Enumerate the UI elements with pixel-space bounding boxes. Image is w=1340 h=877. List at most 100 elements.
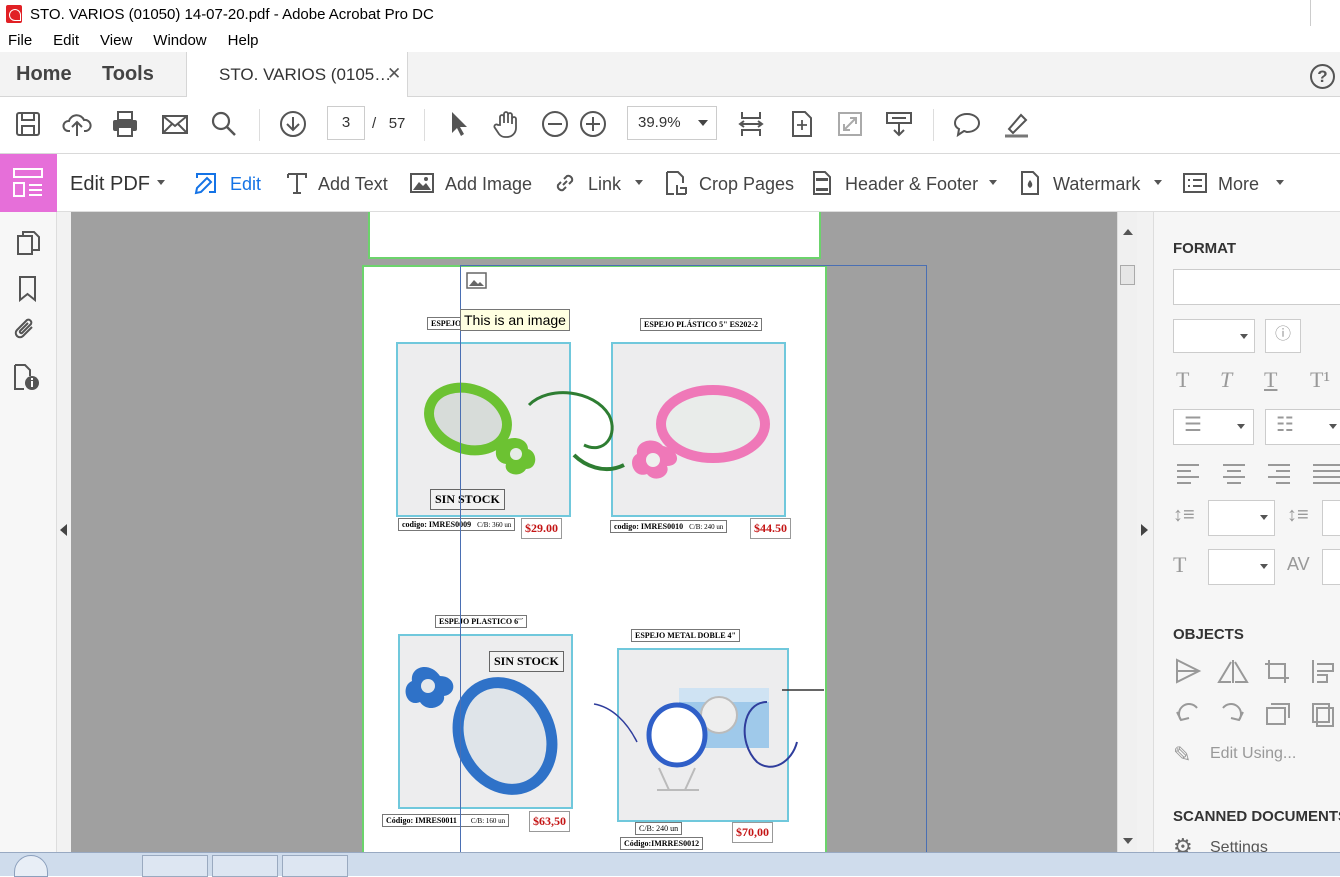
window-control-button[interactable] <box>1310 0 1340 26</box>
pdf-page[interactable]: ESPEJO SIN STOCK codigo: IMRES0009 C/B: … <box>362 265 827 865</box>
objects-heading: OBJECTS <box>1173 626 1244 643</box>
page-number-input[interactable]: 3 <box>327 106 365 140</box>
hand-tool-icon[interactable] <box>491 109 521 139</box>
highlight-pen-icon[interactable] <box>1001 109 1031 139</box>
font-family-select[interactable] <box>1173 269 1340 305</box>
zoom-in-icon[interactable] <box>578 109 608 139</box>
fit-page-icon[interactable] <box>786 109 816 139</box>
zoom-level-select[interactable]: 39.9% <box>627 106 717 140</box>
bullet-list-select[interactable]: ☰ <box>1173 409 1254 445</box>
collapse-left-panel-button[interactable] <box>57 212 71 852</box>
next-page-icon[interactable] <box>278 109 308 139</box>
taskbar-item[interactable] <box>282 855 348 877</box>
paragraph-spacing-icon[interactable]: ↕≡ <box>1287 504 1309 527</box>
edit-pdf-tool-icon[interactable] <box>0 154 57 212</box>
product-image[interactable] <box>611 342 786 517</box>
edit-button[interactable]: Edit <box>230 174 261 195</box>
print-icon[interactable] <box>110 109 140 139</box>
numbered-list-select[interactable]: ☷ <box>1265 409 1340 445</box>
chevron-down-icon[interactable] <box>1276 180 1284 185</box>
chevron-down-icon[interactable] <box>989 180 997 185</box>
horizontal-scale-select[interactable] <box>1208 549 1275 585</box>
scroll-down-icon[interactable] <box>1123 838 1133 844</box>
cloud-upload-icon[interactable] <box>62 109 92 139</box>
superscript-icon[interactable]: T¹ <box>1310 367 1330 393</box>
underline-icon[interactable]: T <box>1264 367 1277 393</box>
edit-icon[interactable] <box>193 170 219 196</box>
vertical-scrollbar[interactable] <box>1117 212 1137 852</box>
product-price: $44.50 <box>750 518 791 539</box>
chevron-down-icon[interactable] <box>1154 180 1162 185</box>
line-spacing-icon[interactable]: ↕≡ <box>1173 504 1195 527</box>
chevron-down-icon[interactable] <box>157 180 165 185</box>
help-icon[interactable]: ? <box>1310 64 1335 89</box>
start-button[interactable] <box>14 855 48 877</box>
product-price: $63,50 <box>529 811 570 832</box>
full-screen-icon[interactable] <box>835 109 865 139</box>
link-icon[interactable] <box>552 170 578 196</box>
gear-icon[interactable]: ⚙ <box>1173 834 1193 852</box>
attachment-icon[interactable] <box>12 316 40 344</box>
add-text-icon[interactable] <box>284 170 310 196</box>
select-cursor-icon[interactable] <box>443 109 473 139</box>
alignment-icons[interactable] <box>1173 462 1340 484</box>
font-size-select[interactable] <box>1173 319 1255 353</box>
tab-tools[interactable]: Tools <box>102 52 154 97</box>
pencil-icon[interactable]: ✎ <box>1173 742 1191 768</box>
bookmark-icon[interactable] <box>14 274 42 302</box>
character-spacing-select[interactable] <box>1322 549 1340 585</box>
add-image-button[interactable]: Add Image <box>445 174 532 195</box>
taskbar-item[interactable] <box>212 855 278 877</box>
header-footer-icon[interactable] <box>809 170 835 196</box>
crop-pages-icon[interactable] <box>663 170 689 196</box>
menu-file[interactable]: File <box>8 32 32 49</box>
text-style-icon[interactable]: T <box>1176 367 1189 393</box>
email-icon[interactable] <box>160 109 190 139</box>
add-text-button[interactable]: Add Text <box>318 174 388 195</box>
acrobat-icon <box>6 5 22 23</box>
scroll-up-icon[interactable] <box>1123 229 1133 235</box>
comment-icon[interactable] <box>952 109 982 139</box>
watermark-icon[interactable] <box>1017 170 1043 196</box>
more-button[interactable]: More <box>1218 174 1259 195</box>
line-spacing-select[interactable] <box>1208 500 1275 536</box>
menu-edit[interactable]: Edit <box>53 32 79 49</box>
taskbar-item[interactable] <box>142 855 208 877</box>
scrollbar-thumb[interactable] <box>1120 265 1135 285</box>
chevron-down-icon[interactable] <box>635 180 643 185</box>
read-mode-icon[interactable] <box>884 109 914 139</box>
character-spacing-icon[interactable]: AV <box>1287 554 1310 575</box>
menu-view[interactable]: View <box>100 32 132 49</box>
help-icon[interactable]: ⓘ <box>1265 319 1301 353</box>
header-footer-button[interactable]: Header & Footer <box>845 174 978 195</box>
edit-pdf-title[interactable]: Edit PDF <box>70 173 150 196</box>
tab-document[interactable]: STO. VARIOS (0105… ✕ <box>186 52 408 98</box>
crop-pages-button[interactable]: Crop Pages <box>699 174 794 195</box>
artifact-strokes <box>527 391 625 472</box>
zoom-out-icon[interactable] <box>540 109 570 139</box>
file-info-icon[interactable] <box>11 362 41 392</box>
close-tab-icon[interactable]: ✕ <box>387 64 401 84</box>
paragraph-spacing-select[interactable] <box>1322 500 1340 536</box>
collapse-right-panel-button[interactable] <box>1137 212 1153 852</box>
save-icon[interactable] <box>13 109 43 139</box>
page-thumbnails-icon[interactable] <box>14 229 42 257</box>
menu-help[interactable]: Help <box>228 32 259 49</box>
total-pages: 57 <box>388 115 406 132</box>
scale-text-icon[interactable]: T <box>1173 552 1186 578</box>
sin-stock-badge: SIN STOCK <box>489 651 564 672</box>
menu-window[interactable]: Window <box>153 32 206 49</box>
tab-home[interactable]: Home <box>16 52 72 97</box>
edit-using-button[interactable]: Edit Using... <box>1210 745 1296 763</box>
more-icon[interactable] <box>1182 170 1208 196</box>
watermark-button[interactable]: Watermark <box>1053 174 1140 195</box>
settings-button[interactable]: Settings <box>1210 839 1268 852</box>
search-icon[interactable] <box>209 109 239 139</box>
numbered-list-icon: ☷ <box>1276 414 1294 436</box>
object-tools-row2[interactable] <box>1173 698 1340 728</box>
italic-icon[interactable]: T <box>1220 367 1232 393</box>
fit-width-icon[interactable] <box>736 109 766 139</box>
object-tools-row1[interactable] <box>1173 656 1340 686</box>
add-image-icon[interactable] <box>409 170 435 196</box>
link-button[interactable]: Link <box>588 174 621 195</box>
